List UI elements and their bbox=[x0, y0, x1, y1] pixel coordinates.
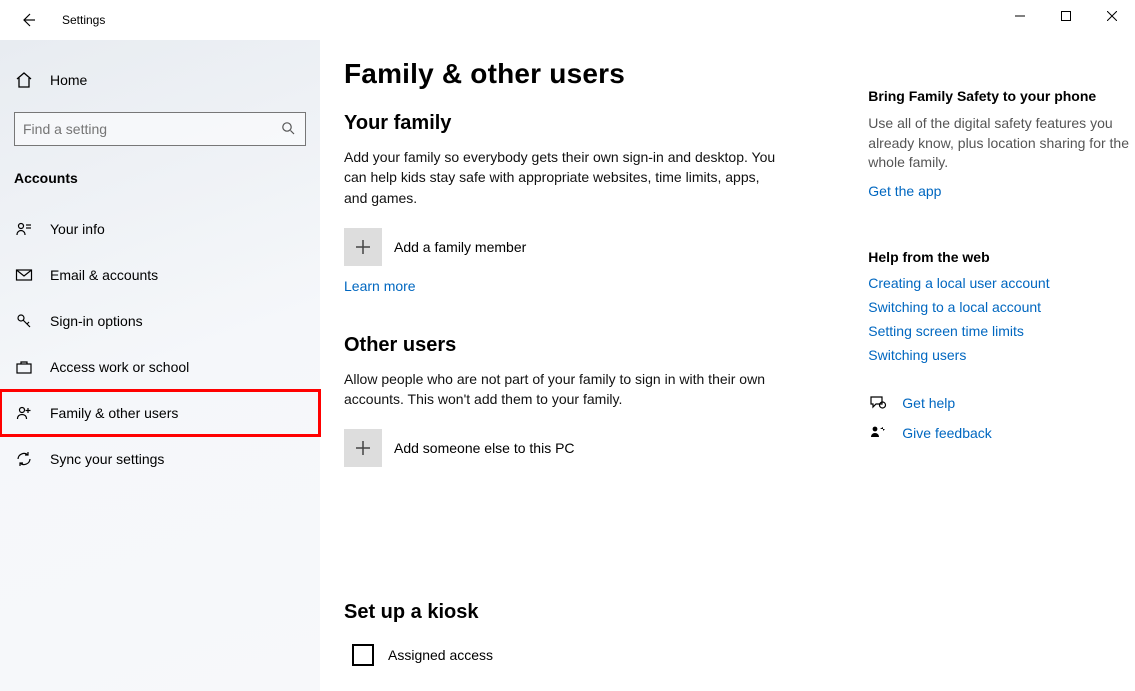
briefcase-icon bbox=[14, 357, 34, 377]
other-desc: Allow people who are not part of your fa… bbox=[344, 369, 784, 410]
content-area: Family & other users Your family Add you… bbox=[344, 58, 808, 691]
sidebar-item-family[interactable]: Family & other users bbox=[0, 390, 320, 436]
other-heading: Other users bbox=[344, 334, 808, 357]
help-link-local-user[interactable]: Creating a local user account bbox=[868, 275, 1135, 291]
mail-icon bbox=[14, 265, 34, 285]
family-desc: Add your family so everybody gets their … bbox=[344, 147, 784, 208]
safety-desc: Use all of the digital safety features y… bbox=[868, 114, 1135, 173]
window-title: Settings bbox=[62, 13, 105, 27]
feedback-icon bbox=[868, 423, 888, 443]
family-heading: Your family bbox=[344, 112, 808, 135]
add-other-user[interactable]: Add someone else to this PC bbox=[344, 429, 808, 467]
people-add-icon bbox=[14, 403, 34, 423]
safety-heading: Bring Family Safety to your phone bbox=[868, 88, 1135, 104]
learn-more-link[interactable]: Learn more bbox=[344, 278, 416, 294]
get-app-link[interactable]: Get the app bbox=[868, 183, 941, 199]
minimize-button[interactable] bbox=[997, 0, 1043, 32]
help-heading: Help from the web bbox=[868, 249, 1135, 265]
sidebar-item-label: Family & other users bbox=[50, 405, 178, 421]
sidebar-item-signin[interactable]: Sign-in options bbox=[0, 298, 320, 344]
maximize-button[interactable] bbox=[1043, 0, 1089, 32]
add-family-member[interactable]: Add a family member bbox=[344, 228, 808, 266]
get-help-link[interactable]: Get help bbox=[902, 395, 955, 411]
sidebar-item-label: Sync your settings bbox=[50, 451, 164, 467]
search-box[interactable] bbox=[14, 112, 306, 146]
back-button[interactable] bbox=[12, 4, 44, 36]
add-family-label: Add a family member bbox=[394, 239, 526, 255]
plus-icon bbox=[344, 228, 382, 266]
sidebar-item-work[interactable]: Access work or school bbox=[0, 344, 320, 390]
chat-help-icon bbox=[868, 393, 888, 413]
home-nav[interactable]: Home bbox=[0, 58, 320, 102]
search-icon bbox=[281, 121, 297, 137]
help-link-screen-time[interactable]: Setting screen time limits bbox=[868, 323, 1135, 339]
person-icon bbox=[14, 219, 34, 239]
sidebar: Home Accounts Your info Email & accounts… bbox=[0, 40, 320, 691]
home-label: Home bbox=[50, 72, 87, 88]
plus-icon bbox=[344, 429, 382, 467]
close-button[interactable] bbox=[1089, 0, 1135, 32]
sidebar-item-label: Access work or school bbox=[50, 359, 189, 375]
sidebar-item-sync[interactable]: Sync your settings bbox=[0, 436, 320, 482]
get-help-row[interactable]: Get help bbox=[868, 393, 1135, 413]
feedback-row[interactable]: Give feedback bbox=[868, 423, 1135, 443]
right-column: Bring Family Safety to your phone Use al… bbox=[868, 58, 1135, 691]
home-icon bbox=[14, 70, 34, 90]
search-input[interactable] bbox=[23, 121, 281, 137]
page-title: Family & other users bbox=[344, 58, 808, 90]
add-other-label: Add someone else to this PC bbox=[394, 440, 575, 456]
sidebar-item-label: Email & accounts bbox=[50, 267, 158, 283]
help-link-switching[interactable]: Switching users bbox=[868, 347, 1135, 363]
key-icon bbox=[14, 311, 34, 331]
sync-icon bbox=[14, 449, 34, 469]
assigned-access[interactable]: Assigned access bbox=[344, 644, 808, 666]
sidebar-item-email[interactable]: Email & accounts bbox=[0, 252, 320, 298]
assigned-access-label: Assigned access bbox=[388, 647, 493, 663]
sidebar-item-label: Sign-in options bbox=[50, 313, 143, 329]
sidebar-section: Accounts bbox=[14, 170, 320, 186]
kiosk-checkbox-icon bbox=[352, 644, 374, 666]
feedback-link[interactable]: Give feedback bbox=[902, 425, 992, 441]
sidebar-item-your-info[interactable]: Your info bbox=[0, 206, 320, 252]
kiosk-heading: Set up a kiosk bbox=[344, 601, 808, 624]
help-link-local-account[interactable]: Switching to a local account bbox=[868, 299, 1135, 315]
sidebar-item-label: Your info bbox=[50, 221, 105, 237]
